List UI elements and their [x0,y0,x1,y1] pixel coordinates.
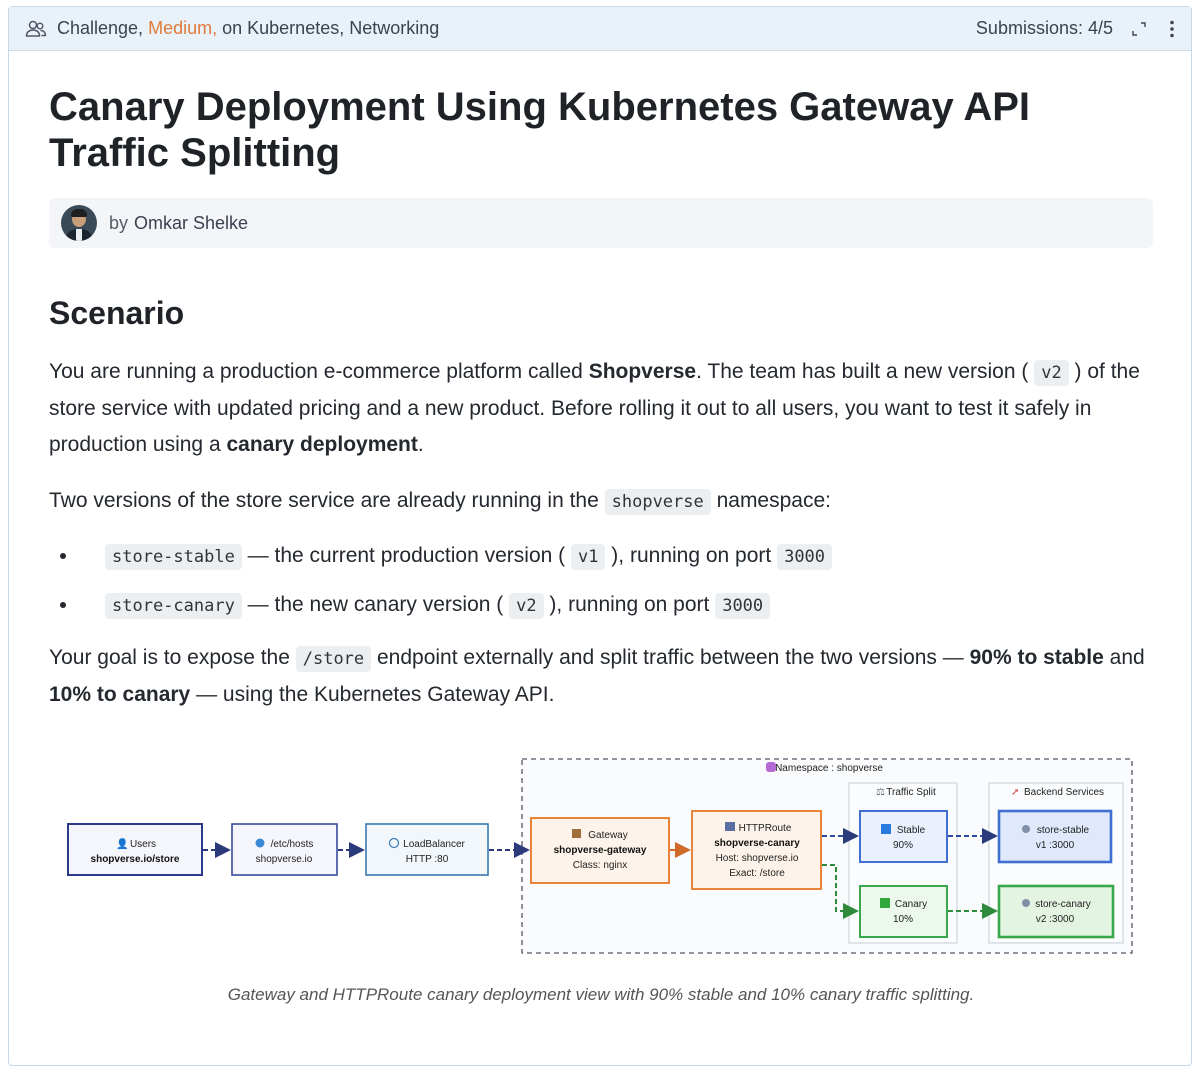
lb-title: LoadBalancer [403,839,465,850]
svc-canary-title: store-canary [1035,899,1091,910]
list-item: store-canary — the new canary version ( … [79,581,1153,630]
route-match: Exact: /store [729,868,785,879]
scenario-paragraph-3: Your goal is to expose the /store endpoi… [49,646,1145,706]
balance-icon: ⚖ [876,787,885,798]
gateway-name: shopverse-gateway [554,845,647,856]
scenario-paragraph-1: You are running a production e-commerce … [49,360,1140,456]
rocket-icon: ➚ [1011,787,1019,798]
inline-code: v2 [1034,360,1069,386]
users-sub: shopverse.io/store [91,854,180,865]
svc-stable-title: store-stable [1037,825,1090,836]
users-title: Users [130,839,156,850]
canary-pct: 10% [893,914,913,925]
list-item: store-stable — the current production ve… [79,532,1153,581]
difficulty-badge: Medium, [148,18,218,38]
namespace-icon [766,762,776,772]
route-host: Host: shopverse.io [716,853,799,864]
scenario-paragraph-2: Two versions of the store service are al… [49,483,1153,520]
backend-services-label: Backend Services [1024,787,1104,798]
stable-pct: 90% [893,840,913,851]
svc-stable-sub: v1 :3000 [1036,840,1075,851]
green-square-icon [880,898,890,908]
gateway-icon [572,829,581,838]
inline-code: 3000 [715,593,771,619]
topics-label: on Kubernetes, Networking [222,18,440,38]
hosts-sub: shopverse.io [256,854,313,865]
diagram-caption: Gateway and HTTPRoute canary deployment … [227,985,975,1004]
inline-code: store-stable [105,544,242,570]
stable-split-node [859,810,948,863]
namespace-label: Namespace : shopverse [775,763,883,774]
header-actions: Submissions: 4/5 [976,18,1175,39]
store-stable-node [997,809,1113,864]
challenge-label: Challenge, [57,18,144,38]
inline-code: v2 [509,593,544,619]
service-list: store-stable — the current production ve… [49,532,1153,630]
gear-icon [1022,825,1030,833]
blue-square-icon [881,824,891,834]
inline-code: store-canary [105,593,242,619]
inline-code: v1 [570,544,606,570]
inline-code: shopverse [604,489,711,515]
kebab-menu-icon[interactable] [1169,20,1175,38]
author-bar: by Omkar Shelke [49,198,1153,248]
challenge-content: Canary Deployment Using Kubernetes Gatew… [49,60,1153,1004]
canary-title: Canary [895,899,927,910]
inline-code: /store [295,646,372,672]
httproute-icon [725,822,735,831]
gear-icon [1022,899,1030,907]
route-title: HTTPRoute [739,823,792,834]
author-by: by [109,212,129,233]
traffic-split-label: Traffic Split [886,787,936,798]
lb-sub: HTTP :80 [406,854,449,865]
scenario-heading: Scenario [49,295,185,331]
people-icon [25,20,47,37]
submissions-count: Submissions: 4/5 [975,18,1113,38]
expand-icon[interactable] [1131,21,1147,37]
gateway-sub: Class: nginx [573,860,627,871]
svc-canary-sub: v2 :3000 [1036,914,1075,925]
author-name[interactable]: Omkar Shelke [134,213,248,234]
store-canary-node [997,884,1115,939]
page-title: Canary Deployment Using Kubernetes Gatew… [49,85,1031,175]
challenge-header: Challenge, Medium, on Kubernetes, Networ… [9,7,1191,51]
canary-split-node [859,885,948,938]
globe-icon [255,838,265,848]
challenge-meta: Challenge, Medium, on Kubernetes, Networ… [25,18,439,39]
route-name: shopverse-canary [714,838,800,849]
gateway-title: Gateway [588,830,627,841]
avatar[interactable] [61,205,97,241]
architecture-diagram: Namespace : shopverse Traffic Split ⚖ Ba… [67,758,1133,954]
hosts-title: /etc/hosts [271,839,314,850]
stable-title: Stable [897,825,926,836]
users-icon: 👤 [116,837,128,850]
inline-code: 3000 [777,544,833,570]
